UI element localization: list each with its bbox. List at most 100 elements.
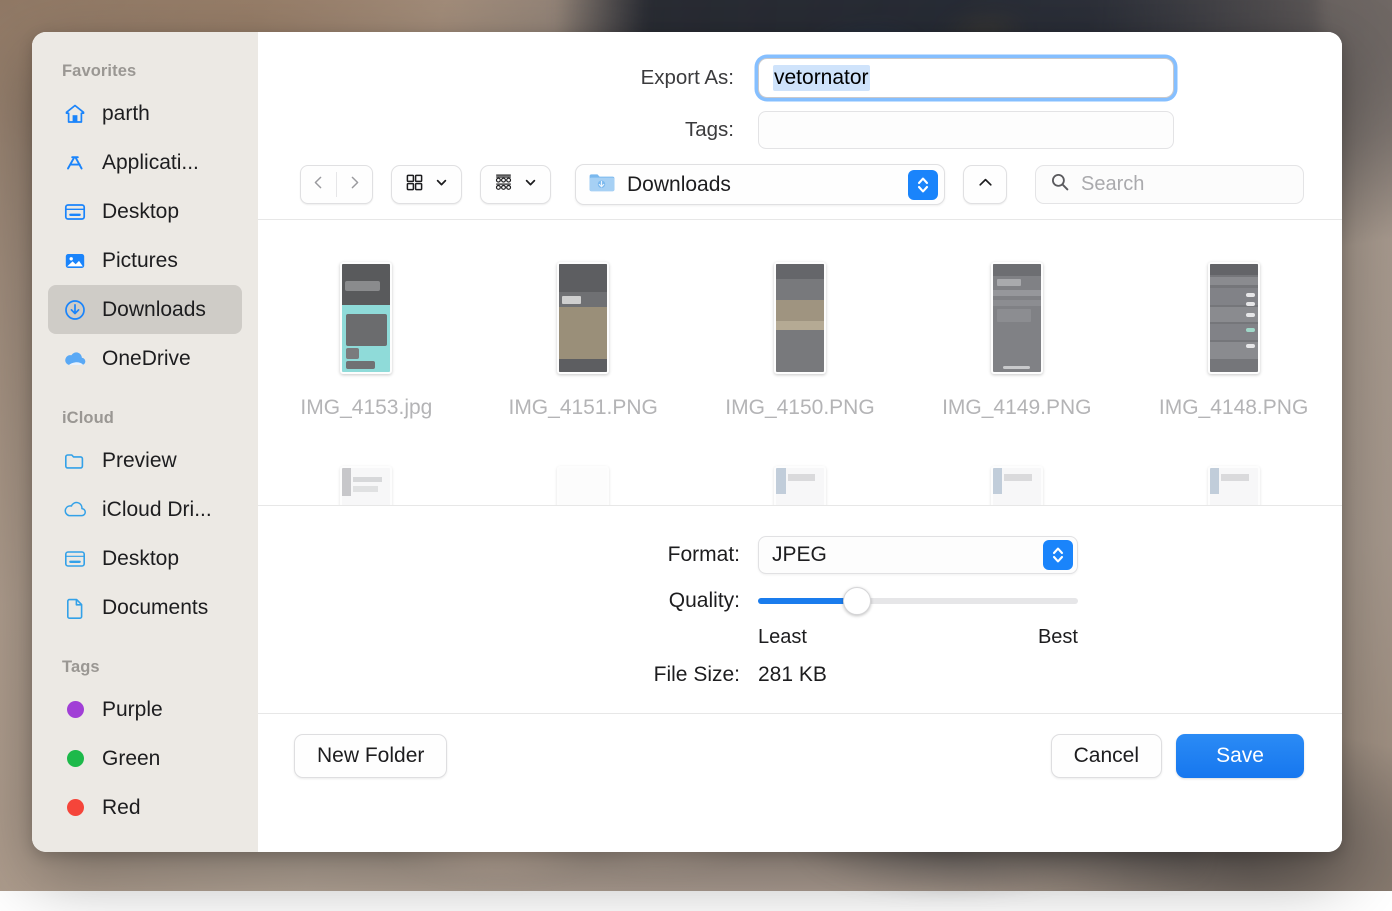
desktop-icon: [62, 199, 88, 225]
quality-scale-row: Least Best: [258, 620, 1342, 649]
file-item[interactable]: [1134, 460, 1334, 505]
sidebar-item-documents[interactable]: Documents: [48, 583, 242, 632]
file-item[interactable]: IMG_4148.PNG: [1134, 256, 1334, 420]
format-value: JPEG: [772, 543, 1043, 567]
sidebar-item-tag-red[interactable]: Red: [48, 783, 242, 832]
file-name: IMG_4148.PNG: [1159, 396, 1308, 420]
file-item[interactable]: IMG_4149.PNG: [917, 256, 1117, 420]
file-item[interactable]: [266, 460, 466, 505]
thumbnail-wrap: [557, 256, 609, 374]
file-name: IMG_4150.PNG: [725, 396, 874, 420]
sidebar-item-tag-green[interactable]: Green: [48, 734, 242, 783]
tags-input[interactable]: [758, 111, 1174, 149]
sidebar-item-downloads[interactable]: Downloads: [48, 285, 242, 334]
chevron-down-icon: [523, 175, 538, 195]
cloud-icon: [62, 346, 88, 372]
folder-icon: [62, 448, 88, 474]
sidebar-item-desktop[interactable]: Desktop: [48, 187, 242, 236]
sidebar-item-onedrive[interactable]: OneDrive: [48, 334, 242, 383]
file-thumbnail: [1208, 466, 1260, 505]
tag-dot-icon: [62, 697, 88, 723]
sidebar-item-label: Documents: [102, 596, 208, 620]
chevron-up-icon: [976, 173, 995, 197]
updown-stepper-icon[interactable]: [1043, 540, 1073, 570]
search-placeholder: Search: [1081, 173, 1144, 196]
quality-least-label: Least: [758, 626, 807, 649]
cancel-button[interactable]: Cancel: [1051, 734, 1162, 778]
quality-slider[interactable]: [758, 582, 1078, 620]
file-name: IMG_4153.jpg: [300, 396, 432, 420]
icon-view-button[interactable]: [391, 165, 462, 204]
export-as-input[interactable]: vetornator: [758, 58, 1174, 98]
file-item[interactable]: IMG_4150.PNG: [700, 256, 900, 420]
export-as-value: vetornator: [773, 65, 870, 91]
name-fields: Export As: vetornator Tags:: [258, 32, 1342, 156]
thumbnail-wrap: [340, 460, 392, 505]
search-field[interactable]: Search: [1035, 165, 1304, 204]
back-button[interactable]: [301, 166, 336, 203]
file-name: IMG_4149.PNG: [942, 396, 1091, 420]
new-folder-button[interactable]: New Folder: [294, 734, 447, 778]
slider-thumb[interactable]: [843, 587, 871, 615]
downloads-icon: [62, 297, 88, 323]
sidebar-item-parth[interactable]: parth: [48, 89, 242, 138]
sidebar-item-icloud-desktop[interactable]: Desktop: [48, 534, 242, 583]
search-icon: [1050, 172, 1070, 197]
file-thumbnail: [991, 262, 1043, 374]
thumbnail-wrap: [774, 460, 826, 505]
document-icon: [62, 595, 88, 621]
file-grid[interactable]: IMG_4153.jpg IMG_4151.PNG: [258, 220, 1342, 505]
file-item[interactable]: [700, 460, 900, 505]
browser-toolbar: Downloads Search: [258, 156, 1342, 219]
go-up-button[interactable]: [963, 165, 1007, 204]
thumbnail-wrap: [991, 256, 1043, 374]
export-options: Format: JPEG Quality:: [258, 506, 1342, 713]
sidebar-item-tag-purple[interactable]: Purple: [48, 685, 242, 734]
export-dialog: Favorites parth Applicati... Desktop Pic…: [32, 32, 1342, 852]
chevron-left-icon: [310, 174, 327, 196]
thumbnail-wrap: [991, 460, 1043, 505]
main-pane: Export As: vetornator Tags:: [258, 32, 1342, 852]
navigation-segmented-control[interactable]: [300, 165, 373, 204]
pictures-icon: [62, 248, 88, 274]
gallery-view-icon: [493, 172, 514, 198]
sidebar-item-label: Downloads: [102, 298, 206, 322]
file-thumbnail: [774, 466, 826, 505]
format-select[interactable]: JPEG: [758, 536, 1078, 574]
sidebar-item-preview[interactable]: Preview: [48, 436, 242, 485]
quality-best-label: Best: [1038, 626, 1078, 649]
sidebar-item-label: Desktop: [102, 547, 179, 571]
forward-button[interactable]: [337, 166, 372, 203]
sidebar-item-applications[interactable]: Applicati...: [48, 138, 242, 187]
file-thumbnail: [991, 466, 1043, 505]
file-item[interactable]: [483, 460, 683, 505]
save-button[interactable]: Save: [1176, 734, 1304, 778]
file-row-1: IMG_4153.jpg IMG_4151.PNG: [258, 256, 1342, 420]
grid-view-icon: [404, 172, 425, 198]
quality-scale: Least Best: [758, 626, 1078, 649]
sidebar-item-label: Red: [102, 796, 141, 820]
quality-row: Quality:: [258, 582, 1342, 620]
tag-dot-icon: [62, 795, 88, 821]
sidebar-item-icloud-drive[interactable]: iCloud Dri...: [48, 485, 242, 534]
file-item[interactable]: [917, 460, 1117, 505]
sidebar-item-pictures[interactable]: Pictures: [48, 236, 242, 285]
file-item[interactable]: IMG_4151.PNG: [483, 256, 683, 420]
sidebar-section-favorites-title: Favorites: [32, 62, 258, 89]
location-popup-button[interactable]: Downloads: [575, 164, 945, 205]
file-thumbnail: [557, 466, 609, 505]
sidebar-item-label: Preview: [102, 449, 177, 473]
file-item[interactable]: IMG_4153.jpg: [266, 256, 466, 420]
sidebar[interactable]: Favorites parth Applicati... Desktop Pic…: [32, 32, 258, 852]
format-label: Format:: [258, 543, 758, 567]
export-as-label: Export As:: [258, 66, 758, 90]
thumbnail-wrap: [557, 460, 609, 505]
updown-stepper-icon[interactable]: [908, 170, 938, 200]
group-view-button[interactable]: [480, 165, 551, 204]
sidebar-item-label: Desktop: [102, 200, 179, 224]
sidebar-item-label: Green: [102, 747, 160, 771]
sidebar-section-tags-title: Tags: [32, 632, 258, 685]
file-name: IMG_4151.PNG: [508, 396, 657, 420]
thumbnail-wrap: [1208, 460, 1260, 505]
export-as-row: Export As: vetornator: [258, 52, 1304, 104]
